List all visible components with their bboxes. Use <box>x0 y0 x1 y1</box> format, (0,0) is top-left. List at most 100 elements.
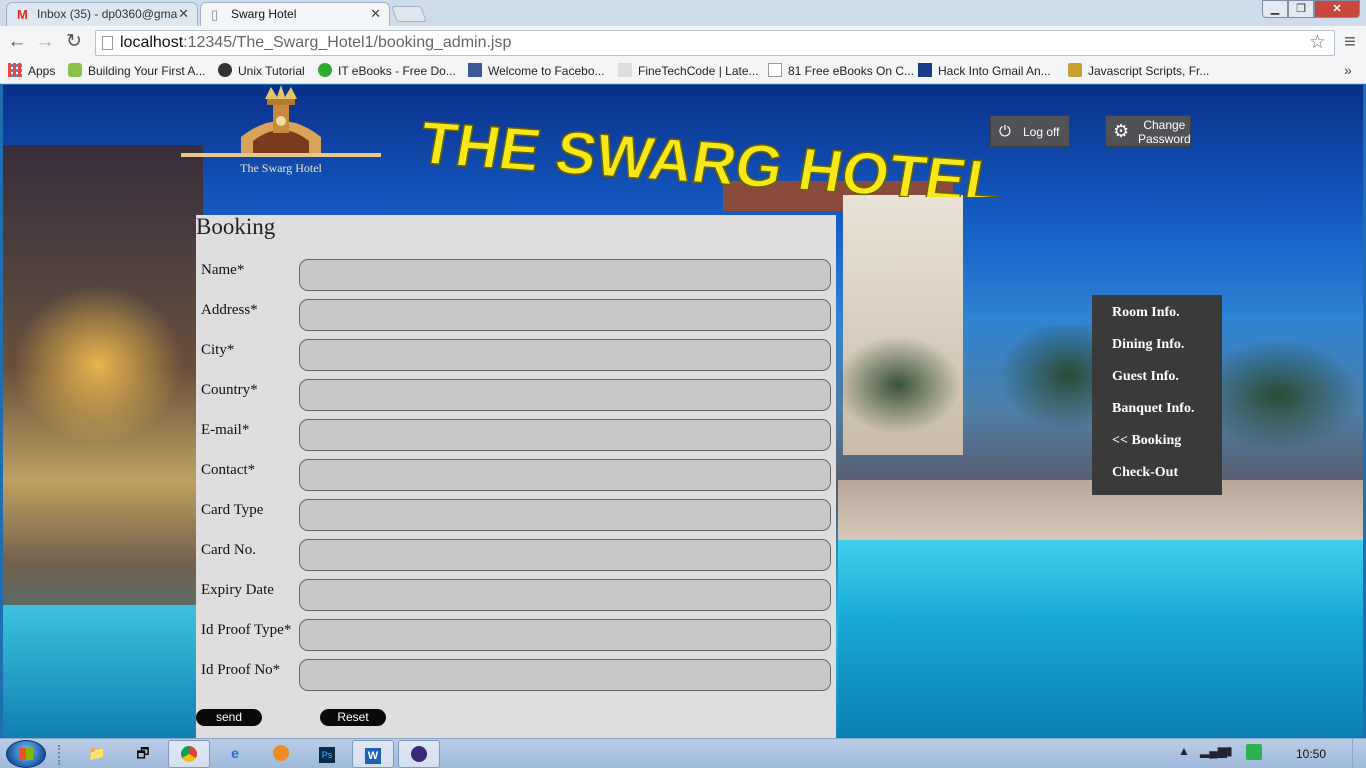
background-image <box>3 605 203 738</box>
city-label: City* <box>201 342 235 358</box>
name-field[interactable] <box>299 259 831 291</box>
facebook-icon <box>468 63 482 77</box>
page-icon: ▯ <box>211 7 219 22</box>
menu-item-room-info[interactable]: Room Info. <box>1112 305 1180 321</box>
address-field[interactable] <box>299 299 831 331</box>
bookmark-it-ebooks[interactable]: IT eBooks - Free Do... <box>318 63 456 78</box>
bookmark-finetechcode[interactable]: FineTechCode | Late... <box>618 63 759 78</box>
hotel-title: THE SWARG HOTEL <box>417 109 1009 197</box>
taskbar-clock[interactable]: 10:50 <box>1296 747 1326 761</box>
start-button[interactable] <box>6 740 46 768</box>
id-proof-type-field[interactable] <box>299 619 831 651</box>
maximize-button[interactable]: ❐ <box>1288 0 1314 18</box>
ie-icon[interactable]: e <box>214 740 256 768</box>
background-image <box>13 285 183 445</box>
change-password-line1: Change <box>1143 118 1186 132</box>
bookmark-android[interactable]: Building Your First A... <box>68 63 205 78</box>
chrome-menu-icon[interactable]: ≡ <box>1340 31 1360 55</box>
back-arrow-icon[interactable]: ← <box>5 31 29 55</box>
close-icon[interactable]: ✕ <box>178 6 189 22</box>
script-icon <box>1068 63 1082 77</box>
bookmark-hack-gmail[interactable]: Hack Into Gmail An... <box>918 63 1051 78</box>
window-close-button[interactable]: ✕ <box>1314 0 1360 18</box>
contact-field[interactable] <box>299 459 831 491</box>
log-off-button[interactable]: ⏻ Log off <box>990 115 1070 147</box>
change-password-button[interactable]: ⚙ Change Password <box>1105 115 1191 147</box>
menu-item-dining-info[interactable]: Dining Info. <box>1112 337 1184 353</box>
network-signal-icon[interactable]: ▂▄▆ <box>1200 744 1227 758</box>
bookmark-javascript[interactable]: Javascript Scripts, Fr... <box>1068 63 1209 78</box>
contact-label: Contact* <box>201 462 256 478</box>
card-type-label: Card Type <box>201 502 264 518</box>
bookmark-label: Building Your First A... <box>88 64 206 78</box>
windows-taskbar: 📁 🗗 e Ps W ▲ ▂▄▆ ▮ 10:50 <box>0 738 1366 768</box>
gear-icon: ⚙ <box>1113 121 1130 141</box>
bookmarks-overflow-button[interactable]: » <box>1344 62 1352 78</box>
word-icon[interactable]: W <box>352 740 394 768</box>
close-icon[interactable]: ✕ <box>370 6 381 22</box>
green-dot-icon <box>318 63 332 77</box>
page-icon <box>768 63 782 77</box>
email-label: E-mail* <box>201 422 250 438</box>
card-type-field[interactable] <box>299 499 831 531</box>
background-image <box>838 540 1363 738</box>
green-app-icon[interactable] <box>1246 744 1262 763</box>
minimize-button[interactable]: ▁ <box>1262 0 1288 18</box>
windows-logo-icon <box>19 748 33 760</box>
card-no-label: Card No. <box>201 542 256 558</box>
explorer-icon[interactable]: 📁 <box>76 740 118 768</box>
apps-grid-icon <box>8 63 22 77</box>
page-icon <box>102 36 113 50</box>
address-bar[interactable]: localhost:12345/The_Swarg_Hotel1/booking… <box>95 30 1335 56</box>
windows-switch-icon[interactable]: 🗗 <box>122 740 164 768</box>
bookmark-label: IT eBooks - Free Do... <box>338 64 456 78</box>
efy-icon <box>918 63 932 77</box>
card-no-field[interactable] <box>299 539 831 571</box>
country-label: Country* <box>201 382 258 398</box>
menu-item-booking[interactable]: << Booking <box>1112 433 1181 449</box>
bookmark-star-icon[interactable]: ☆ <box>1309 31 1326 55</box>
bookmark-apps[interactable]: Apps <box>8 63 55 78</box>
country-field[interactable] <box>299 379 831 411</box>
battery-icon[interactable]: ▮ <box>1226 744 1233 758</box>
expiry-date-label: Expiry Date <box>201 582 274 598</box>
id-proof-no-field[interactable] <box>299 659 831 691</box>
email-field[interactable] <box>299 419 831 451</box>
id-proof-no-label: Id Proof No* <box>201 662 281 678</box>
tab-title: Inbox (35) - dp0360@gma <box>37 7 178 21</box>
id-proof-type-label: Id Proof Type* <box>201 622 292 638</box>
tab-gmail[interactable]: M Inbox (35) - dp0360@gma ✕ <box>6 2 198 26</box>
bookmarks-bar: Apps Building Your First A... Unix Tutor… <box>0 60 1366 84</box>
expiry-date-field[interactable] <box>299 579 831 611</box>
gmail-icon: M <box>17 7 28 22</box>
eclipse-icon[interactable] <box>398 740 440 768</box>
bookmark-facebook[interactable]: Welcome to Facebo... <box>468 63 605 78</box>
hotel-title-text: THE SWARG HOTEL <box>417 109 1008 197</box>
tab-swarg-hotel[interactable]: ▯ Swarg Hotel ✕ <box>200 2 390 26</box>
show-desktop-button[interactable] <box>1352 739 1366 768</box>
bookmark-unix[interactable]: Unix Tutorial <box>218 63 305 78</box>
bookmark-label: Unix Tutorial <box>238 64 305 78</box>
browser-tabstrip: M Inbox (35) - dp0360@gma ✕ ▯ Swarg Hote… <box>0 0 1366 26</box>
page-content: The Swarg Hotel THE SWARG HOTEL ⏻ Log of… <box>3 85 1363 738</box>
bookmark-label: Welcome to Facebo... <box>488 64 605 78</box>
chrome-icon[interactable] <box>168 740 210 768</box>
media-player-icon[interactable] <box>260 740 302 768</box>
city-field[interactable] <box>299 339 831 371</box>
bookmark-label: 81 Free eBooks On C... <box>788 64 915 78</box>
show-hidden-icons-icon[interactable]: ▲ <box>1178 744 1190 758</box>
menu-item-banquet-info[interactable]: Banquet Info. <box>1112 401 1194 417</box>
bookmark-label: Apps <box>28 64 56 78</box>
reload-icon[interactable]: ↻ <box>62 31 86 55</box>
forward-arrow-icon[interactable]: → <box>33 31 57 55</box>
power-icon: ⏻ <box>999 123 1011 140</box>
menu-item-guest-info[interactable]: Guest Info. <box>1112 369 1179 385</box>
reset-button[interactable]: Reset <box>320 709 386 726</box>
hotel-logo: The Swarg Hotel <box>181 85 381 180</box>
bookmark-free-ebooks[interactable]: 81 Free eBooks On C... <box>768 63 914 78</box>
menu-item-check-out[interactable]: Check-Out <box>1112 465 1178 481</box>
new-tab-button[interactable] <box>391 6 427 22</box>
photoshop-icon[interactable]: Ps <box>306 740 348 768</box>
log-off-label: Log off <box>1023 125 1060 139</box>
send-button[interactable]: send <box>196 709 262 726</box>
